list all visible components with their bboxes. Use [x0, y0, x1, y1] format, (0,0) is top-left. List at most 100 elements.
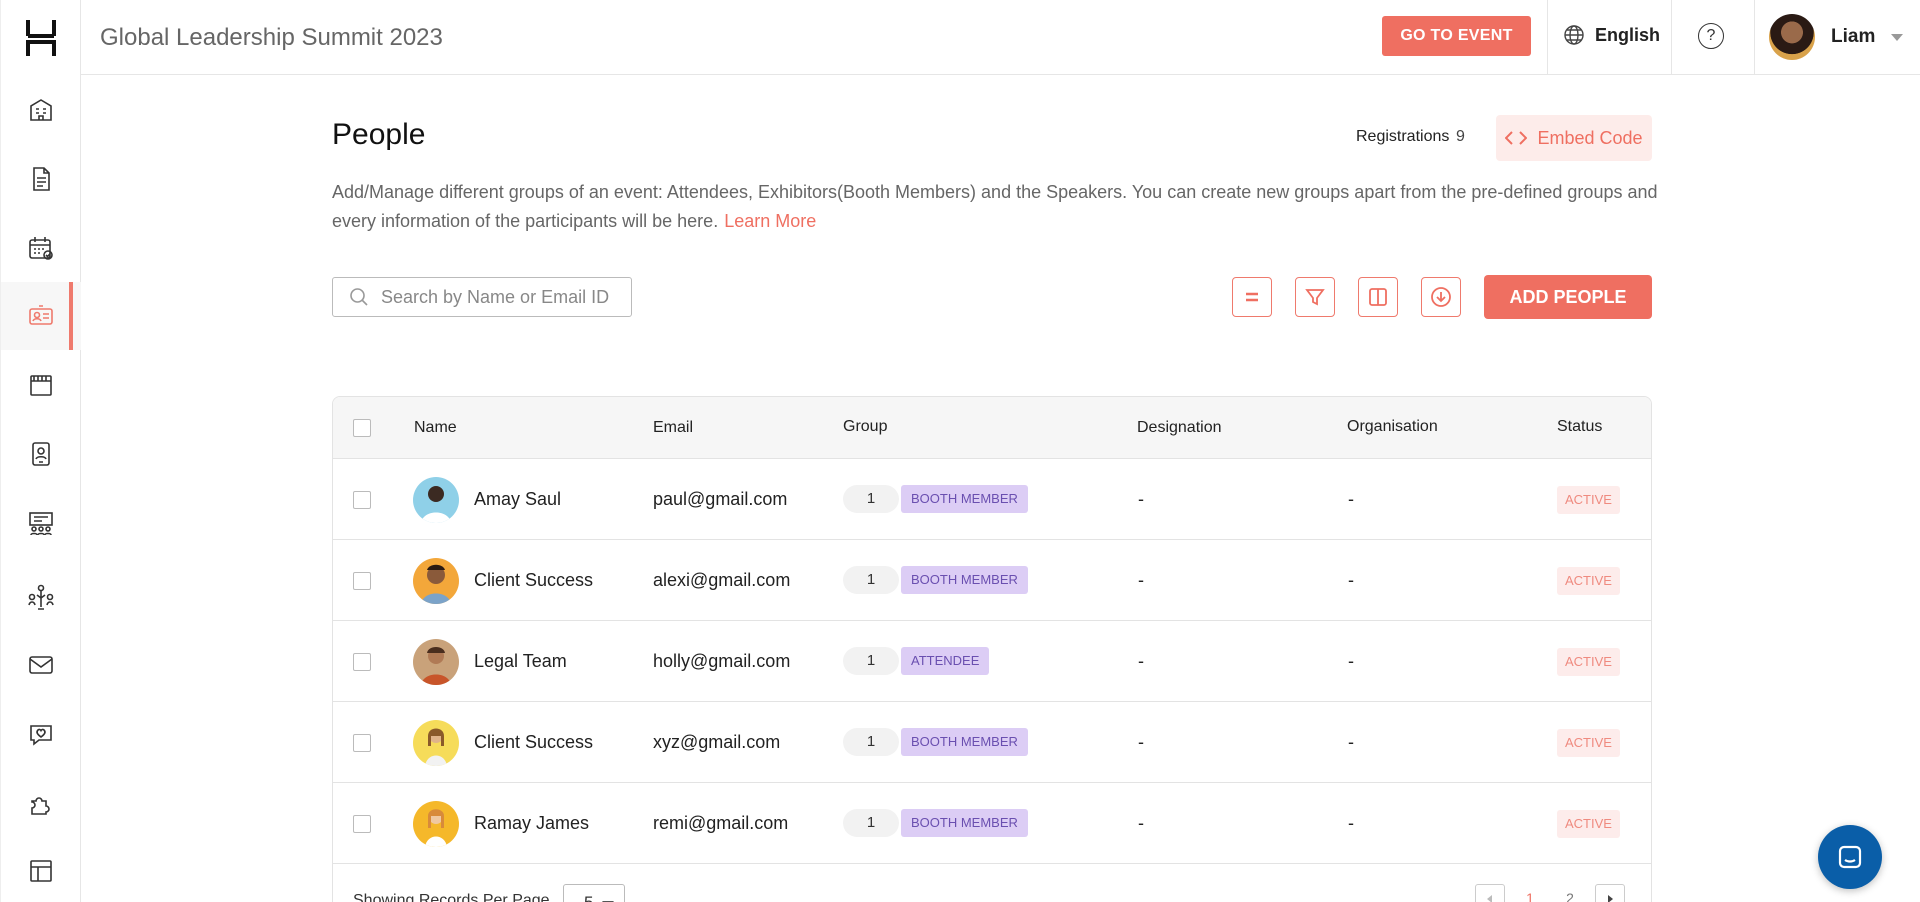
- avatar: [413, 720, 459, 766]
- building-icon: [30, 99, 52, 121]
- organisation-value: -: [1348, 570, 1354, 590]
- header-divider: [1547, 0, 1548, 75]
- sort-button[interactable]: [1232, 277, 1272, 317]
- column-header-status[interactable]: Status: [1557, 418, 1602, 436]
- code-icon: [1505, 131, 1528, 145]
- column-header-organisation[interactable]: Organisation: [1347, 418, 1438, 436]
- puzzle-icon: [31, 797, 50, 815]
- header-divider: [1671, 0, 1672, 75]
- select-all-checkbox[interactable]: [353, 419, 371, 437]
- records-per-page-select[interactable]: 5: [563, 884, 625, 902]
- sidebar-item-people[interactable]: [1, 282, 81, 350]
- top-header: Global Leadership Summit 2023 GO TO EVEN…: [81, 0, 1920, 75]
- organisation-value: -: [1348, 651, 1354, 671]
- sidebar-item-documents[interactable]: [1, 145, 81, 213]
- status-badge: ACTIVE: [1557, 729, 1620, 757]
- table-row[interactable]: Client Success xyz@gmail.com 1 BOOTH MEM…: [333, 702, 1651, 783]
- sidebar-item-integrations[interactable]: [1, 769, 81, 837]
- description-text: Add/Manage different groups of an event:…: [332, 182, 1658, 231]
- next-page-button[interactable]: [1595, 884, 1625, 902]
- column-header-group[interactable]: Group: [843, 418, 887, 436]
- chat-support-button[interactable]: [1818, 825, 1882, 889]
- help-icon[interactable]: ?: [1698, 23, 1724, 49]
- page-title: People: [332, 118, 426, 151]
- records-per-page-label: Showing Records Per Page: [353, 892, 550, 902]
- add-people-button[interactable]: ADD PEOPLE: [1484, 275, 1652, 319]
- go-to-event-button[interactable]: GO TO EVENT: [1382, 16, 1531, 56]
- group-badge: BOOTH MEMBER: [901, 485, 1028, 513]
- sidebar-item-schedule[interactable]: [1, 214, 81, 282]
- page-1-button[interactable]: 1: [1515, 884, 1545, 902]
- table-header: Name Email Group Designation Organisatio…: [333, 397, 1651, 459]
- columns-button[interactable]: [1358, 277, 1398, 317]
- sidebar-item-building[interactable]: [1, 76, 81, 144]
- row-checkbox[interactable]: [353, 734, 371, 752]
- chevron-left-icon: [1487, 895, 1492, 902]
- avatar: [413, 477, 459, 523]
- user-menu[interactable]: Liam: [1769, 14, 1904, 60]
- designation-value: -: [1138, 570, 1144, 590]
- learn-more-link[interactable]: Learn More: [724, 211, 816, 231]
- networking-icon: [28, 584, 54, 610]
- chevron-down-icon: [1891, 33, 1904, 41]
- column-header-name[interactable]: Name: [414, 419, 457, 437]
- group-count: 1: [843, 728, 899, 756]
- equals-icon: [1246, 292, 1258, 302]
- embed-code-button[interactable]: Embed Code: [1496, 115, 1652, 161]
- person-email: holly@gmail.com: [653, 651, 791, 671]
- person-name[interactable]: Ramay James: [474, 813, 589, 834]
- table-row[interactable]: Client Success alexi@gmail.com 1 BOOTH M…: [333, 540, 1651, 621]
- row-checkbox[interactable]: [353, 491, 371, 509]
- table-row[interactable]: Legal Team holly@gmail.com 1 ATTENDEE - …: [333, 621, 1651, 702]
- search-input[interactable]: [381, 286, 621, 308]
- sidebar-item-booths[interactable]: [1, 351, 81, 419]
- person-email: xyz@gmail.com: [653, 732, 781, 752]
- chevron-right-icon: [1608, 895, 1613, 902]
- table-row[interactable]: Amay Saul paul@gmail.com 1 BOOTH MEMBER …: [333, 459, 1651, 540]
- globe-icon: [1564, 25, 1584, 45]
- person-email: paul@gmail.com: [653, 489, 788, 509]
- person-name[interactable]: Client Success: [474, 732, 593, 753]
- avatar: [413, 801, 459, 847]
- sidebar-item-engagement[interactable]: [1, 701, 81, 769]
- row-checkbox[interactable]: [353, 815, 371, 833]
- sidebar-item-mail[interactable]: [1, 631, 81, 699]
- sidebar-item-layout[interactable]: [1, 837, 81, 902]
- page-2-button[interactable]: 2: [1555, 884, 1585, 902]
- person-name[interactable]: Client Success: [474, 570, 593, 591]
- event-title: Global Leadership Summit 2023: [100, 24, 443, 51]
- embed-code-label: Embed Code: [1537, 127, 1643, 148]
- badge-icon: [32, 442, 50, 466]
- sidebar: [0, 0, 81, 902]
- sidebar-item-networking[interactable]: [1, 563, 81, 631]
- people-table: Name Email Group Designation Organisatio…: [332, 396, 1652, 902]
- table-footer: Showing Records Per Page 5 1 2: [333, 864, 1651, 902]
- status-badge: ACTIVE: [1557, 810, 1620, 838]
- person-email: alexi@gmail.com: [653, 570, 791, 590]
- group-badge: ATTENDEE: [901, 647, 990, 675]
- person-name[interactable]: Amay Saul: [474, 489, 561, 510]
- calendar-check-icon: [29, 237, 53, 260]
- person-name[interactable]: Legal Team: [474, 651, 567, 672]
- language-selector[interactable]: English: [1563, 24, 1660, 46]
- avatar: [413, 558, 459, 604]
- column-header-designation[interactable]: Designation: [1137, 419, 1222, 437]
- filter-button[interactable]: [1295, 277, 1335, 317]
- row-checkbox[interactable]: [353, 572, 371, 590]
- download-button[interactable]: [1421, 277, 1461, 317]
- column-header-email[interactable]: Email: [653, 419, 693, 437]
- designation-value: -: [1138, 651, 1144, 671]
- person-email: remi@gmail.com: [653, 813, 789, 833]
- group-count: 1: [843, 485, 899, 513]
- sidebar-item-sessions[interactable]: [1, 489, 81, 557]
- app-logo-icon[interactable]: [25, 18, 57, 58]
- sidebar-item-badges[interactable]: [1, 420, 81, 488]
- row-checkbox[interactable]: [353, 653, 371, 671]
- avatar: [413, 639, 459, 685]
- table-row[interactable]: Ramay James remi@gmail.com 1 BOOTH MEMBE…: [333, 783, 1651, 864]
- prev-page-button[interactable]: [1475, 884, 1505, 902]
- status-badge: ACTIVE: [1557, 486, 1620, 514]
- group-badge: BOOTH MEMBER: [901, 728, 1028, 756]
- columns-icon: [1369, 288, 1387, 306]
- chat-icon: [1838, 845, 1862, 869]
